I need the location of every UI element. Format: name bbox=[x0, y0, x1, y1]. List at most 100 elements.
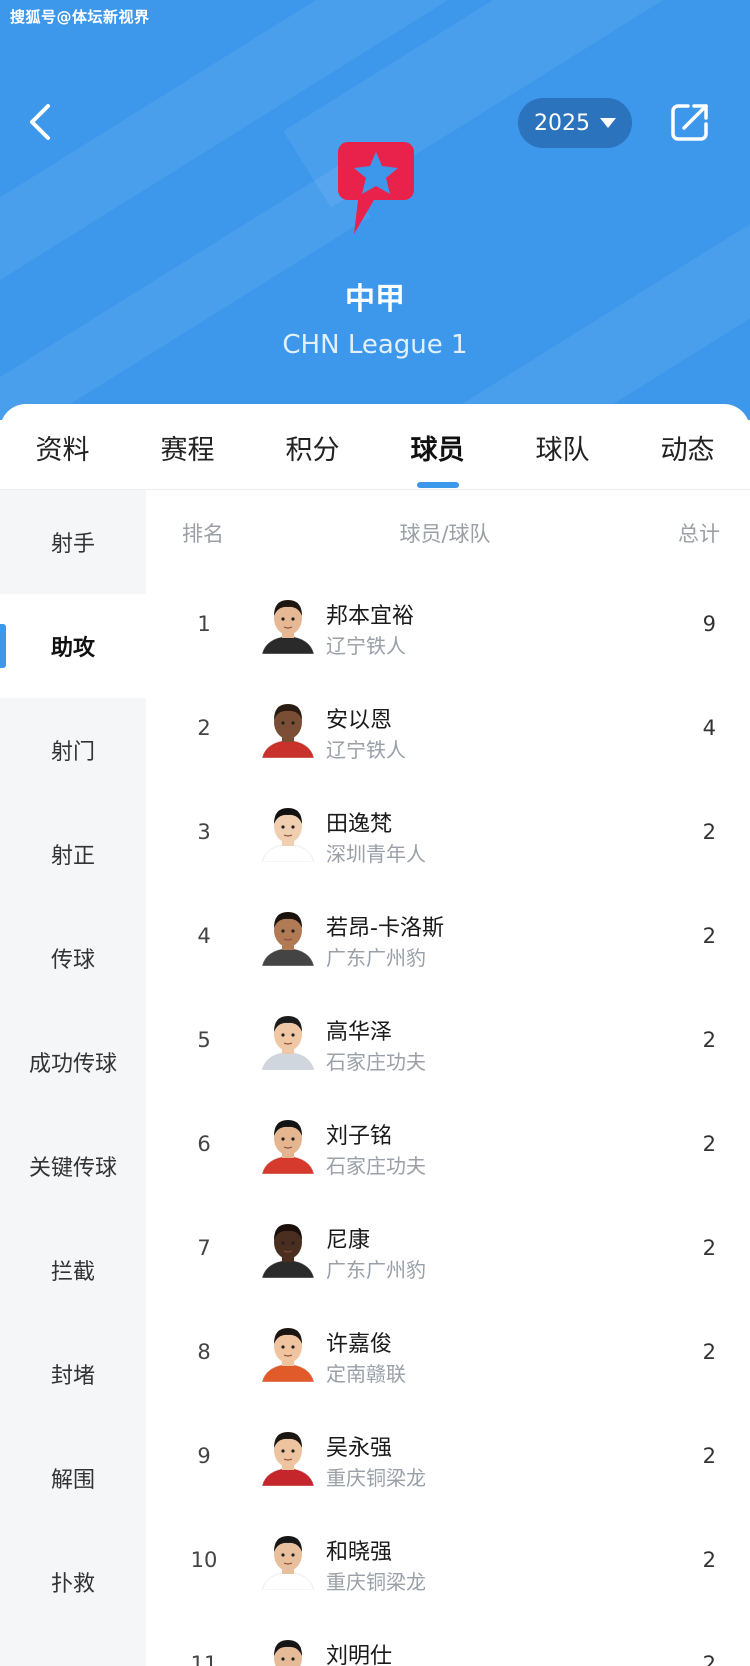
column-header-rank: 排名 bbox=[182, 522, 224, 546]
tab-schedule[interactable]: 赛程 bbox=[125, 404, 250, 490]
tab-label: 动态 bbox=[660, 434, 715, 466]
sidebar-item-label: 射门 bbox=[50, 740, 95, 765]
table-row[interactable]: 3 田逸梵 深圳青年人 2 bbox=[146, 780, 750, 884]
column-header-player: 球员/球队 bbox=[399, 522, 491, 546]
sidebar-item-shots[interactable]: 射门 bbox=[0, 698, 146, 802]
season-selector[interactable]: 2025 bbox=[518, 98, 632, 148]
total-value: 4 bbox=[702, 716, 716, 740]
player-avatar bbox=[258, 906, 318, 966]
rank-value: 6 bbox=[197, 1132, 211, 1156]
sidebar-item-label: 助攻 bbox=[50, 636, 95, 661]
sidebar-item-label: 解围 bbox=[50, 1468, 95, 1493]
table-row[interactable]: 1 邦本宜裕辽宁铁人 9 bbox=[146, 572, 750, 676]
player-avatar bbox=[258, 802, 318, 862]
sidebar-item-passes[interactable]: 传球 bbox=[0, 906, 146, 1010]
player-avatar bbox=[258, 1218, 318, 1278]
player-name: 刘子铭 bbox=[326, 1124, 393, 1149]
league-english-name: CHN League 1 bbox=[282, 330, 468, 360]
rank-value: 4 bbox=[197, 924, 211, 948]
share-icon bbox=[671, 104, 708, 141]
sidebar-item-assists[interactable]: 助攻 bbox=[0, 594, 146, 698]
watermark: 搜狐号@体坛新视界 bbox=[10, 8, 150, 26]
player-name: 许嘉俊 bbox=[326, 1332, 393, 1357]
total-value: 2 bbox=[702, 1340, 716, 1364]
active-indicator bbox=[0, 624, 6, 668]
player-avatar bbox=[258, 698, 318, 758]
share-button[interactable] bbox=[668, 100, 712, 144]
player-name: 邦本宜裕 bbox=[326, 604, 415, 629]
sidebar-item-shots-on-target[interactable]: 射正 bbox=[0, 802, 146, 906]
rank-value: 7 bbox=[197, 1236, 211, 1260]
sidebar-item-interceptions[interactable]: 拦截 bbox=[0, 1218, 146, 1322]
player-name: 尼康 bbox=[326, 1228, 371, 1253]
player-name: 吴永强 bbox=[326, 1436, 393, 1461]
player-team: 广东广州豹 bbox=[326, 1258, 426, 1282]
tab-players[interactable]: 球员 bbox=[375, 404, 500, 490]
total-value: 9 bbox=[702, 612, 716, 636]
rank-value: 11 bbox=[190, 1652, 218, 1666]
player-team: 重庆铜梁龙 bbox=[326, 1570, 426, 1594]
sidebar-item-clearances[interactable]: 解围 bbox=[0, 1426, 146, 1530]
total-value: 2 bbox=[702, 1028, 716, 1052]
player-name: 田逸梵 bbox=[326, 812, 393, 837]
table-row[interactable]: 11 刘明仕 2 bbox=[146, 1612, 750, 1666]
sidebar-item-successful-passes[interactable]: 成功传球 bbox=[0, 1010, 146, 1114]
player-team: 辽宁铁人 bbox=[326, 634, 406, 658]
table-row[interactable]: 5 高华泽石家庄功夫 2 bbox=[146, 988, 750, 1092]
table-row[interactable]: 6 刘子铭 石家庄功夫 2 bbox=[146, 1092, 750, 1196]
rank-value: 5 bbox=[197, 1028, 211, 1052]
sidebar-item-label: 关键传球 bbox=[28, 1156, 117, 1181]
league-logo bbox=[334, 136, 418, 240]
tab-info[interactable]: 资料 bbox=[0, 404, 125, 490]
tab-bar: 资料 赛程 积分 球员 球队 动态 bbox=[0, 404, 750, 490]
sidebar-item-label: 封堵 bbox=[50, 1364, 95, 1389]
sidebar-item-label: 传球 bbox=[50, 948, 95, 973]
player-team: 深圳青年人 bbox=[326, 842, 426, 866]
table-row[interactable]: 9 吴永强 重庆铜梁龙 2 bbox=[146, 1404, 750, 1508]
sidebar-item-goals[interactable]: 射手 bbox=[0, 490, 146, 594]
table-row[interactable]: 10 和晓强 重庆铜梁龙 2 bbox=[146, 1508, 750, 1612]
player-name: 若昂-卡洛斯 bbox=[326, 916, 444, 941]
player-team: 石家庄功夫 bbox=[326, 1154, 426, 1178]
sidebar-item-saves[interactable]: 扑救 bbox=[0, 1530, 146, 1634]
total-value: 2 bbox=[702, 1236, 716, 1260]
player-avatar bbox=[258, 1634, 318, 1666]
tab-label: 资料 bbox=[35, 434, 90, 466]
player-name: 高华泽 bbox=[326, 1020, 393, 1045]
sidebar-item-label: 射手 bbox=[50, 532, 95, 557]
sidebar-item-label: 成功传球 bbox=[28, 1052, 117, 1077]
sidebar-item-blocks[interactable]: 封堵 bbox=[0, 1322, 146, 1426]
rank-value: 9 bbox=[197, 1444, 211, 1468]
table-row[interactable]: 8 许嘉俊定南赣联 2 bbox=[146, 1300, 750, 1404]
player-team: 石家庄功夫 bbox=[326, 1050, 426, 1074]
player-avatar bbox=[258, 1114, 318, 1174]
tab-news[interactable]: 动态 bbox=[625, 404, 750, 490]
back-button[interactable] bbox=[22, 100, 62, 144]
column-header-total: 总计 bbox=[678, 522, 720, 546]
total-value: 2 bbox=[702, 1652, 716, 1666]
rank-value: 8 bbox=[197, 1340, 211, 1364]
player-avatar bbox=[258, 1530, 318, 1590]
total-value: 2 bbox=[702, 1548, 716, 1572]
table-row[interactable]: 4 若昂-卡洛斯 广东广州豹 2 bbox=[146, 884, 750, 988]
sidebar-item-label: 拦截 bbox=[50, 1260, 95, 1285]
player-team: 定南赣联 bbox=[326, 1362, 406, 1386]
chevron-left-icon bbox=[30, 104, 50, 140]
table-row[interactable]: 2 安以恩辽宁铁人 4 bbox=[146, 676, 750, 780]
sidebar-item-key-passes[interactable]: 关键传球 bbox=[0, 1114, 146, 1218]
rank-value: 2 bbox=[197, 716, 211, 740]
table-row[interactable]: 7 尼康广东广州豹 2 bbox=[146, 1196, 750, 1300]
total-value: 2 bbox=[702, 924, 716, 948]
tab-standings[interactable]: 积分 bbox=[250, 404, 375, 490]
player-name: 安以恩 bbox=[326, 708, 393, 733]
player-avatar bbox=[258, 1010, 318, 1070]
sidebar-item-label: 射正 bbox=[50, 844, 95, 869]
rank-value: 1 bbox=[197, 612, 211, 636]
sidebar-item-label: 扑救 bbox=[50, 1572, 95, 1597]
player-team: 重庆铜梁龙 bbox=[326, 1466, 426, 1490]
tab-teams[interactable]: 球队 bbox=[500, 404, 625, 490]
player-avatar bbox=[258, 594, 318, 654]
total-value: 2 bbox=[702, 820, 716, 844]
player-team: 辽宁铁人 bbox=[326, 738, 406, 762]
league-header: 搜狐号@体坛新视界 2025 中甲 CHN League 1 bbox=[0, 0, 750, 420]
